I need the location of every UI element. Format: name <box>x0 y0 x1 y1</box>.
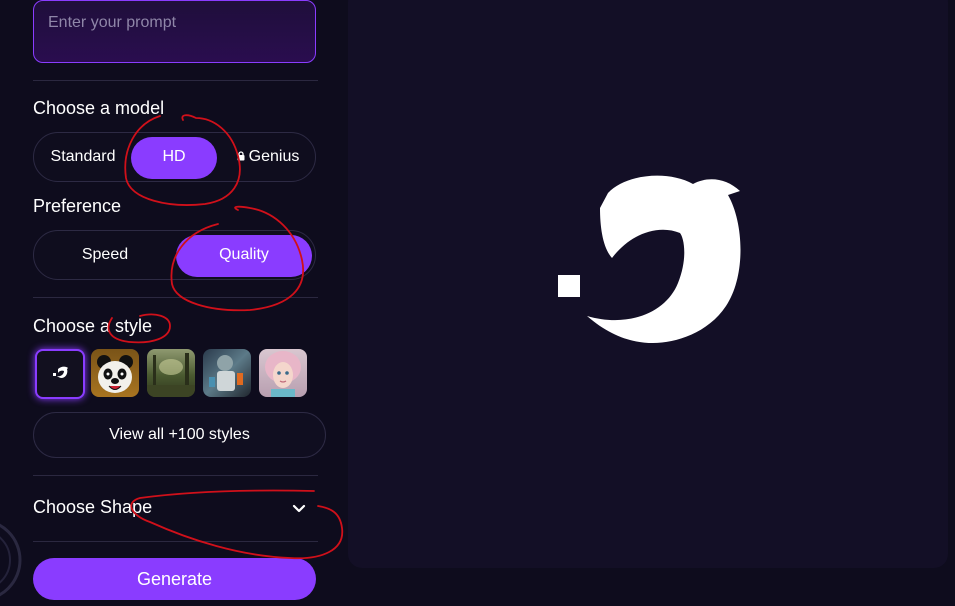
red-annotation-scribbles <box>107 114 343 560</box>
annotation-circle-quality <box>170 205 304 312</box>
annotation-circle-shape <box>130 489 343 560</box>
annotation-circle-hd <box>124 114 241 206</box>
annotation-circle-style <box>107 313 171 344</box>
